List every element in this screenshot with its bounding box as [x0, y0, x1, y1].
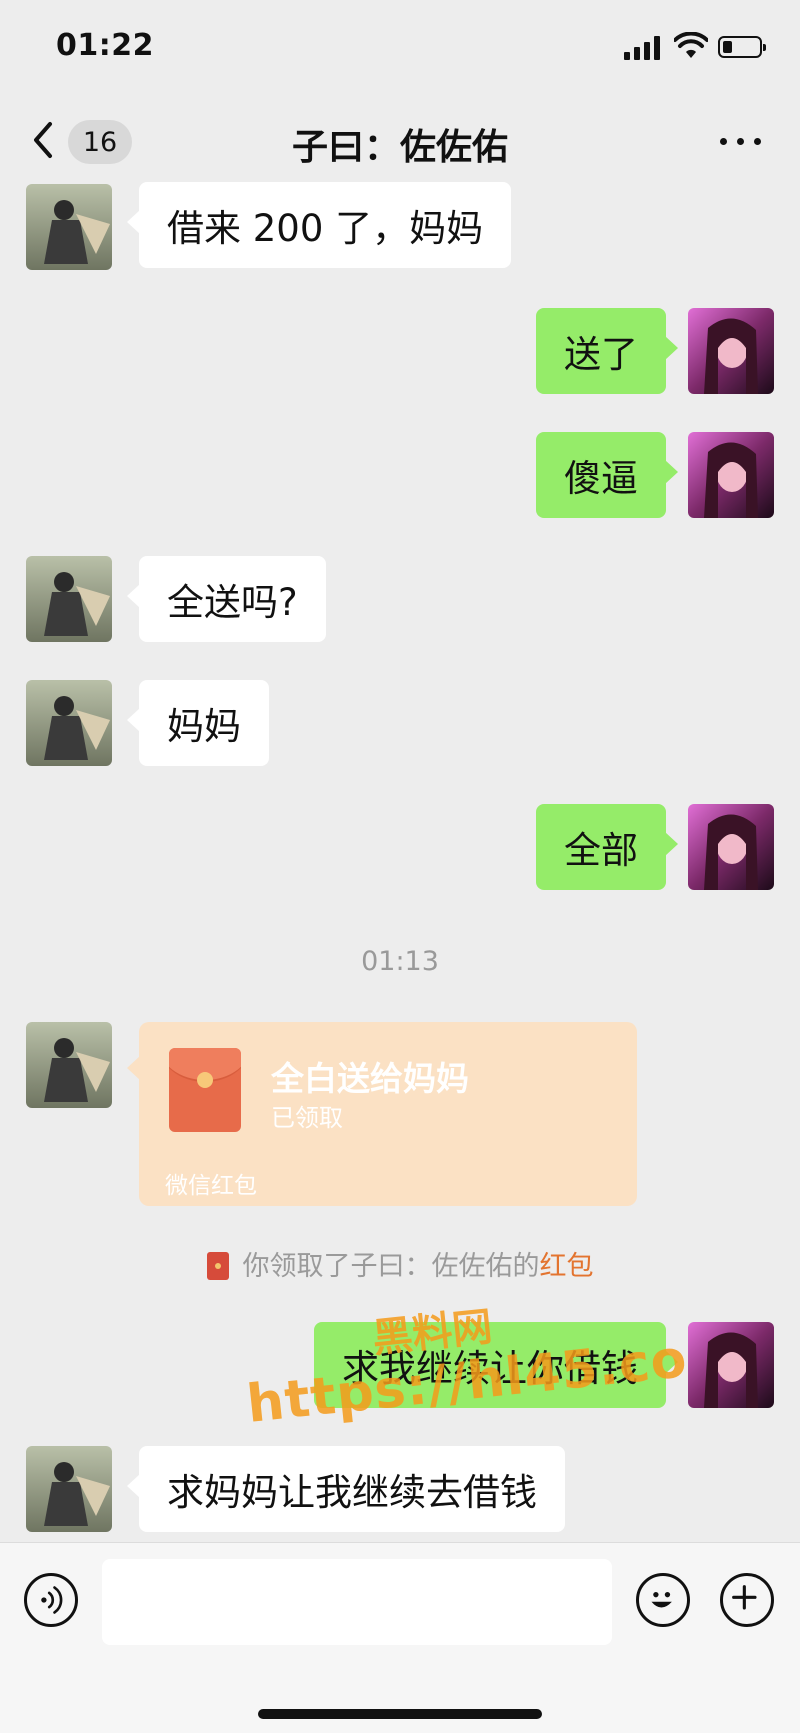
system-note-text: 你领取了子曰：佐佐佑的: [242, 1251, 540, 1282]
input-bar: [0, 1542, 800, 1733]
red-packet-status: 已领取: [271, 1104, 343, 1132]
message-bubble-received[interactable]: 妈妈: [127, 680, 269, 766]
message-input[interactable]: [102, 1559, 612, 1645]
emoji-icon[interactable]: [636, 1573, 690, 1627]
plus-icon[interactable]: [720, 1573, 774, 1627]
red-packet-footer: 微信红包: [165, 1173, 257, 1199]
message-bubble-sent[interactable]: 傻逼: [536, 432, 678, 518]
home-indicator: [258, 1709, 542, 1719]
voice-icon[interactable]: [24, 1573, 78, 1627]
my-avatar[interactable]: [688, 804, 774, 890]
red-packet-icon: [169, 1048, 241, 1132]
battery-icon: [718, 36, 766, 58]
chat-title: 子曰：佐佐佑: [291, 127, 508, 168]
contact-avatar[interactable]: [26, 680, 112, 766]
wifi-icon: [674, 32, 708, 58]
contact-avatar[interactable]: [26, 1446, 112, 1532]
system-note-link[interactable]: 红包: [540, 1251, 594, 1282]
message-bubble-received[interactable]: 求妈妈让我继续去借钱: [127, 1446, 565, 1532]
signal-icon: [624, 36, 662, 60]
my-avatar[interactable]: [688, 432, 774, 518]
red-packet-small-icon: [206, 1252, 229, 1280]
time-divider: 01:13: [361, 946, 439, 977]
red-packet-title: 全白送给妈妈: [271, 1059, 469, 1098]
contact-avatar[interactable]: [26, 1022, 112, 1108]
my-avatar[interactable]: [688, 308, 774, 394]
contact-avatar[interactable]: [26, 556, 112, 642]
message-bubble-received[interactable]: 全送吗?: [127, 556, 326, 642]
message-bubble-sent[interactable]: 全部: [536, 804, 678, 890]
system-note: 你领取了子曰：佐佐佑的红包: [0, 1244, 800, 1283]
my-avatar[interactable]: [688, 1322, 774, 1408]
red-packet-card[interactable]: 全白送给妈妈 已领取 微信红包: [127, 1022, 637, 1206]
status-time: 01:22: [56, 28, 154, 63]
contact-avatar[interactable]: [26, 184, 112, 270]
more-icon[interactable]: [718, 126, 764, 154]
message-bubble-sent[interactable]: 送了: [536, 308, 678, 394]
message-bubble-received[interactable]: 借来 200 了，妈妈: [126, 182, 512, 268]
